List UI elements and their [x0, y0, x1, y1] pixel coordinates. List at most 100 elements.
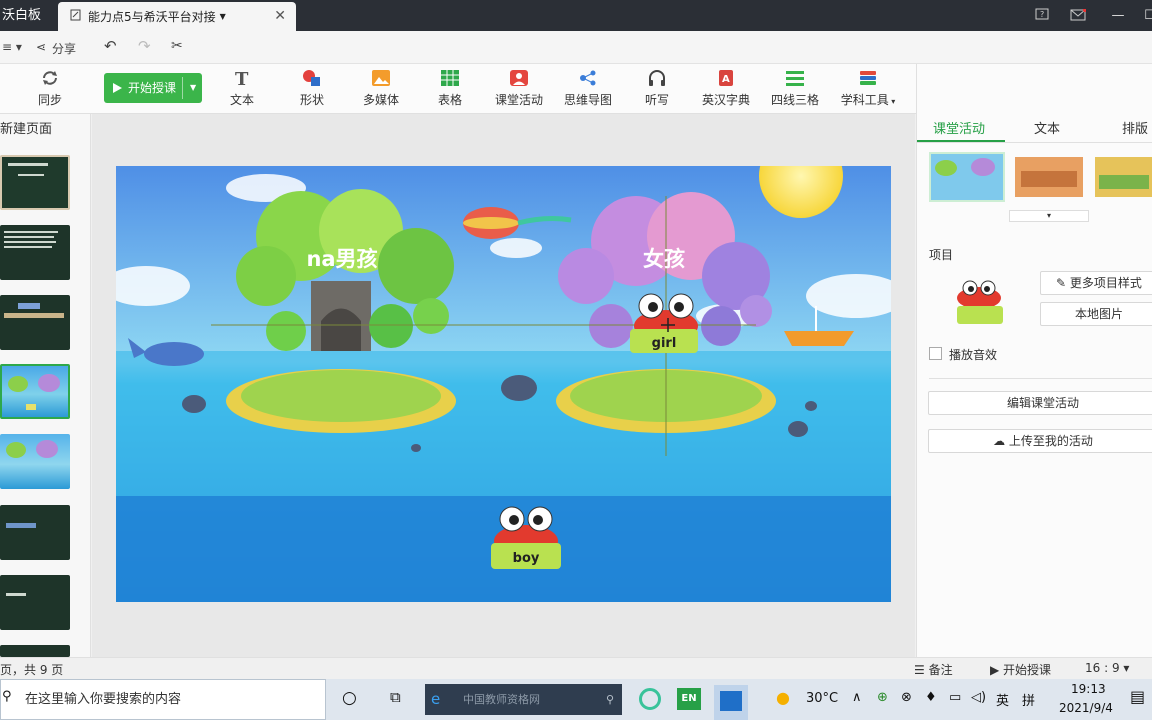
notes-icon: ☰ — [914, 663, 929, 677]
crab-boy-label: boy — [513, 551, 540, 566]
class-activity-button[interactable]: 课堂活动 — [492, 69, 546, 108]
left-island-label[interactable]: na男孩 — [306, 247, 377, 271]
upload-activity-button[interactable]: ☁ 上传至我的活动 — [928, 429, 1152, 453]
page-thumbnail[interactable] — [0, 575, 70, 630]
chevron-down-icon: ▾ — [1046, 211, 1051, 220]
help-icon[interactable]: ? — [1022, 0, 1062, 31]
start-teaching-button[interactable]: 开始授课 ▼ — [104, 73, 202, 103]
quick-toolbar: ≡ ▾ ⋖ 分享 ↶ ↷ ✂ — [0, 31, 1152, 64]
weather-icon: ● — [776, 688, 790, 707]
page-thumbnail[interactable] — [0, 295, 70, 350]
chevron-down-icon[interactable]: ▼ — [190, 73, 196, 103]
network-icon[interactable]: ⊗ — [901, 690, 912, 705]
slide-canvas[interactable]: na男孩 女孩 girl boy — [116, 166, 891, 602]
search-icon: ⚲ — [2, 689, 12, 704]
subject-tools-button[interactable]: 学科工具 ▾ — [838, 69, 898, 108]
share-button[interactable]: 分享 — [52, 40, 76, 57]
subject-tools-label: 学科工具 — [840, 93, 889, 107]
windows-search-box[interactable]: 在这里输入你要搜索的内容 — [0, 679, 326, 720]
document-tab[interactable]: 能力点5与希沃平台对接 ▼ ✕ — [58, 2, 296, 31]
start-teaching-label: 开始授课 — [128, 81, 177, 95]
aspect-ratio-dropdown[interactable]: 16 : 9 ▾ — [1085, 661, 1129, 675]
svg-text:T: T — [235, 69, 249, 87]
menu-chevron-icon[interactable]: ≡ ▾ — [2, 40, 22, 54]
sync-icon — [40, 69, 60, 87]
mind-map-icon — [578, 69, 598, 87]
notification-icon[interactable]: ▤ — [1130, 687, 1145, 706]
template-thumbnail[interactable] — [1095, 157, 1152, 197]
more-styles-label: 更多项目样式 — [1069, 276, 1142, 290]
status-bar: 页，共 9 页 ☰ 备注 ▶ 开始授课 16 : 9 ▾ — [0, 657, 1152, 679]
dictation-button[interactable]: 听写 — [640, 69, 674, 108]
page-thumbnail[interactable] — [0, 434, 70, 489]
clock-time[interactable]: 19:13 — [1071, 682, 1106, 696]
local-image-button[interactable]: 本地图片 — [1040, 302, 1152, 326]
table-icon — [440, 69, 460, 87]
redo-icon[interactable]: ↷ — [138, 37, 151, 55]
right-island-label[interactable]: 女孩 — [643, 247, 685, 271]
browser-address-box[interactable]: e 中国教师资格网 ⚲ — [425, 684, 622, 715]
page-thumbnail[interactable] — [0, 155, 70, 210]
scissors-icon[interactable]: ✂ — [171, 38, 183, 54]
tab-text[interactable]: 文本 — [1034, 118, 1060, 137]
media-tool-button[interactable]: 多媒体 — [359, 69, 403, 108]
weather-temperature: 30°C — [806, 691, 839, 706]
active-app-tile[interactable] — [714, 685, 748, 720]
task-view-icon[interactable]: ⧉ — [390, 688, 401, 706]
maximize-icon[interactable]: ☐ — [1130, 0, 1152, 31]
four-line-button[interactable]: 四线三格 — [768, 69, 822, 108]
text-tool-button[interactable]: T 文本 — [222, 69, 262, 108]
shape-tool-button[interactable]: 形状 — [292, 69, 332, 108]
dictionary-button[interactable]: A 英汉字典 — [699, 69, 753, 108]
shape-tool-label: 形状 — [299, 93, 324, 107]
aspect-ratio-label: 16 : 9 — [1085, 661, 1120, 675]
page-thumbnail-selected[interactable] — [0, 364, 70, 419]
sound-checkbox[interactable] — [929, 347, 942, 360]
sync-button[interactable]: 同步 — [30, 69, 70, 108]
tab-layout[interactable]: 排版 — [1122, 118, 1148, 137]
ime-mode-icon[interactable]: 拼 — [1022, 690, 1035, 709]
easinote-icon[interactable]: EN — [677, 688, 701, 710]
chevron-down-icon[interactable]: ▼ — [220, 12, 226, 21]
page-counter: 页，共 9 页 — [0, 663, 64, 677]
dictionary-label: 英汉字典 — [701, 93, 750, 107]
share-icon[interactable]: ⋖ — [36, 40, 46, 54]
more-styles-button[interactable]: ✎ 更多项目样式 — [1040, 271, 1152, 295]
cortana-icon[interactable]: ○ — [342, 688, 357, 708]
crab-girl-label: girl — [652, 336, 677, 351]
battery-icon[interactable]: ▭ — [949, 690, 961, 705]
tab-class-activity[interactable]: 课堂活动 — [933, 118, 985, 137]
notes-button[interactable]: ☰ 备注 — [914, 661, 953, 678]
notes-label: 备注 — [928, 663, 953, 677]
table-tool-button[interactable]: 表格 — [430, 69, 470, 108]
volume-icon[interactable]: ◁) — [971, 690, 986, 705]
page-thumbnail[interactable] — [0, 645, 70, 657]
page-thumbnail[interactable] — [0, 225, 70, 280]
tray-app-icon[interactable]: ⊕ — [877, 690, 888, 705]
project-crab-image — [951, 278, 1007, 326]
close-icon[interactable]: ✕ — [274, 8, 286, 24]
table-tool-label: 表格 — [437, 93, 462, 107]
chevron-up-icon[interactable]: ∧ — [852, 690, 862, 705]
mind-map-button[interactable]: 思维导图 — [561, 69, 615, 108]
properties-panel: 课堂活动 文本 排版 ▾ 项目 ✎ 更多项目样式 本地图片 播放音效 编辑课堂活… — [916, 64, 1152, 657]
undo-icon[interactable]: ↶ — [104, 37, 117, 55]
template-thumbnail[interactable] — [1015, 157, 1083, 197]
ime-language[interactable]: 英 — [996, 690, 1009, 709]
app-icon-green[interactable] — [639, 688, 661, 710]
status-start-button[interactable]: ▶ 开始授课 — [990, 661, 1051, 678]
dictation-label: 听写 — [644, 93, 669, 107]
text-icon: T — [232, 69, 252, 90]
clock-date[interactable]: 2021/9/4 — [1059, 701, 1113, 715]
edit-activity-button[interactable]: 编辑课堂活动 — [928, 391, 1152, 415]
page-thumbnail[interactable] — [0, 505, 70, 560]
microphone-icon[interactable]: ♦ — [925, 690, 937, 705]
new-page-button[interactable]: 新建页面 — [0, 118, 52, 137]
chevron-down-icon: ▾ — [1119, 661, 1130, 675]
mail-icon[interactable] — [1058, 0, 1098, 31]
expand-templates-button[interactable]: ▾ — [1009, 210, 1089, 222]
chevron-down-icon: ▾ — [888, 97, 896, 106]
template-thumbnail-selected[interactable] — [929, 152, 1005, 202]
browser-search-icon: ⚲ — [605, 693, 614, 706]
search-placeholder: 在这里输入你要搜索的内容 — [25, 692, 182, 707]
